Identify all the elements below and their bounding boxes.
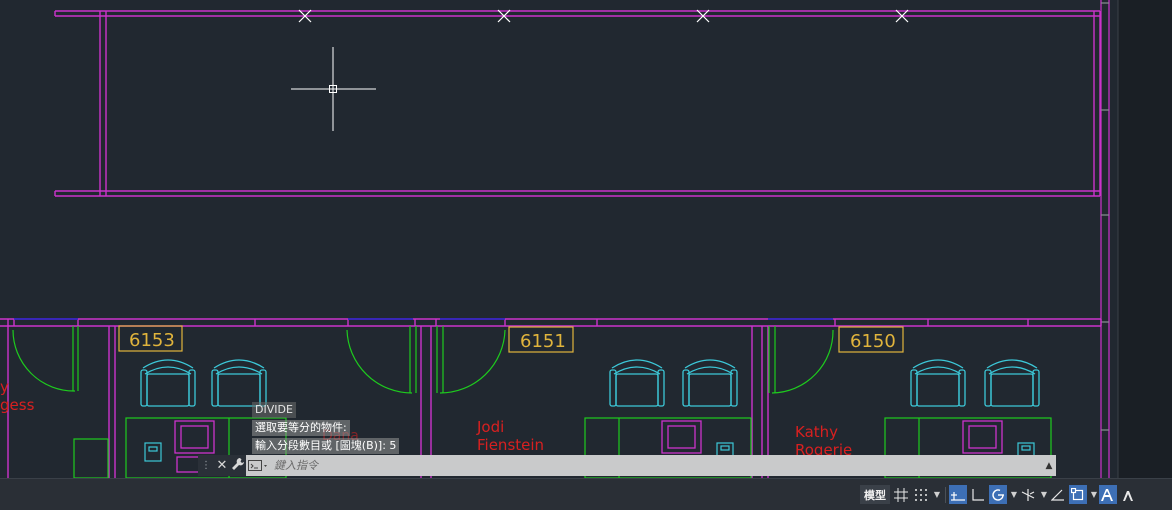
command-line-tools: ⋮ ✕ [198,455,246,476]
partial-occupant-label-2: gess [0,396,35,414]
status-bar-tools: 模型 ▼ ▼ ▼ ▼ [860,485,1139,504]
command-input[interactable] [272,455,1042,476]
command-history-line: 選取要等分的物件: [252,420,350,436]
room-number-6151: 6151 [520,331,566,352]
snap-icon[interactable] [912,485,930,504]
infer-constraints-icon[interactable] [949,485,967,504]
annotation-scale-icon[interactable] [1119,485,1137,504]
object-snap-icon[interactable] [1069,485,1087,504]
room-number-6150: 6150 [850,331,896,352]
command-input-container[interactable]: ▲ [246,455,1056,476]
command-history: DIVIDE 選取要等分的物件: 輸入分段數目或 [圖塊(B)]: 5 [252,402,400,456]
command-prompt-icon[interactable] [246,455,272,476]
occupant-first-6151: Jodi [476,418,504,436]
isodraft-icon[interactable] [1019,485,1037,504]
drawing-canvas[interactable]: 6153 6151 6150 y gess Jodi Fienstein Kat… [0,0,1172,478]
polar-dropdown-icon[interactable]: ▼ [1009,490,1019,499]
right-wall-ticks [1101,2,1109,431]
partial-occupant-label-1: y [0,378,9,396]
occupant-last-6151: Fienstein [477,436,544,454]
right-wall [1100,0,1110,478]
right-edge-panel [1118,0,1172,478]
chairs [140,359,1040,407]
grip-handle[interactable]: ⋮ [198,460,214,471]
occupant-first-6150: Kathy [795,423,838,441]
status-bar: 模型 ▼ ▼ ▼ ▼ [0,478,1172,510]
hall-walls [54,10,1101,197]
ortho-icon[interactable] [969,485,987,504]
command-history-line: DIVIDE [252,402,296,418]
model-space-button[interactable]: 模型 [860,485,890,504]
close-icon[interactable]: ✕ [214,458,230,473]
history-expand-icon[interactable]: ▲ [1042,461,1056,471]
grid-icon[interactable] [892,485,910,504]
room-number-6153: 6153 [129,330,175,351]
object-snap-tracking-icon[interactable] [1049,485,1067,504]
annotation-visibility-icon[interactable] [1099,485,1117,504]
command-history-line: 輸入分段數目或 [圖塊(B)]: 5 [252,438,400,454]
wrench-icon[interactable] [230,457,246,475]
object-snap-dropdown-icon[interactable]: ▼ [1089,490,1099,499]
isodraft-dropdown-icon[interactable]: ▼ [1039,490,1049,499]
command-line-bar: ⋮ ✕ ▲ [198,455,1056,476]
polar-tracking-icon[interactable] [989,485,1007,504]
snap-dropdown-icon[interactable]: ▼ [932,490,942,499]
room-tags [118,325,904,353]
crosshair-cursor [291,47,376,131]
